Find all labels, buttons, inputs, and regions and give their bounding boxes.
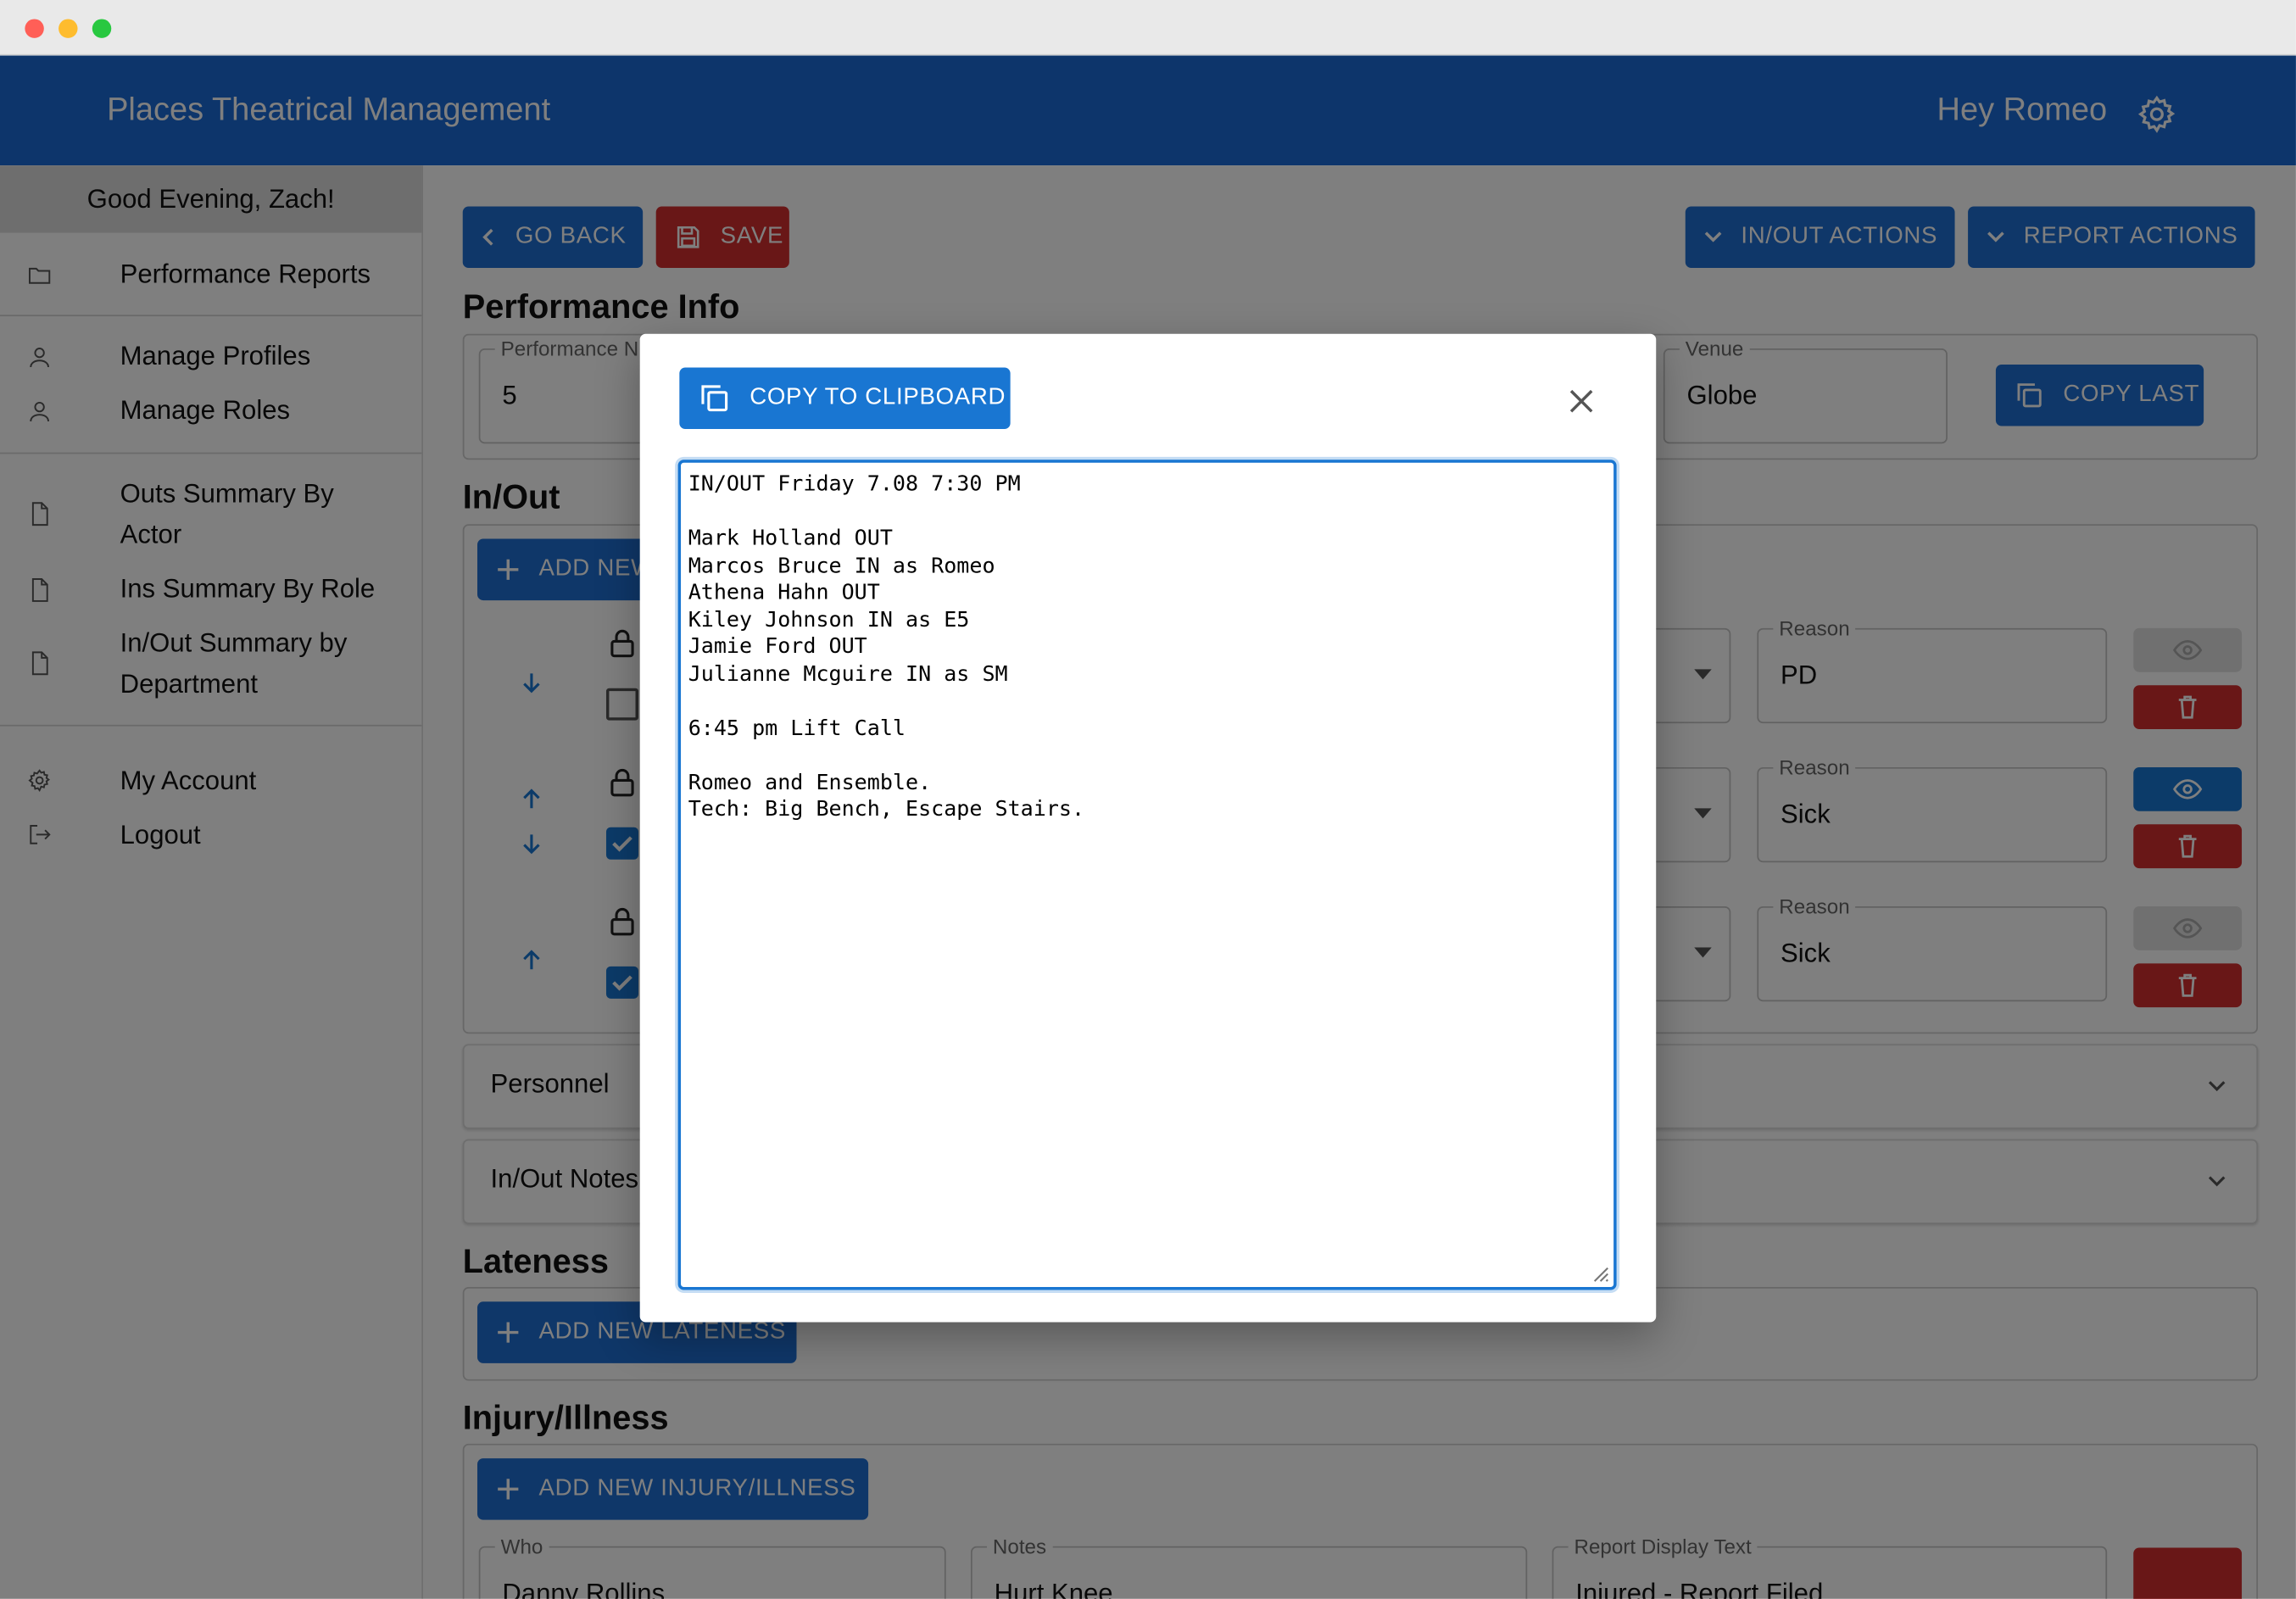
copy-report-dialog: COPY TO CLIPBOARD IN/OUT Friday 7.08 7:3… (639, 333, 1657, 1323)
minimize-window-button[interactable] (59, 19, 78, 38)
maximize-window-button[interactable] (92, 19, 112, 38)
close-icon[interactable] (1569, 388, 1595, 415)
resize-handle-icon[interactable] (1589, 1262, 1609, 1283)
report-text-area[interactable]: IN/OUT Friday 7.08 7:30 PM Mark Holland … (677, 460, 1617, 1290)
window-titlebar (0, 0, 2296, 56)
copy-to-clipboard-label: COPY TO CLIPBOARD (750, 385, 1006, 410)
copy-icon (701, 385, 728, 412)
modal-backdrop-header (0, 55, 2296, 166)
report-text-content: IN/OUT Friday 7.08 7:30 PM Mark Holland … (688, 472, 1085, 822)
copy-to-clipboard-button[interactable]: COPY TO CLIPBOARD (679, 367, 1011, 430)
close-window-button[interactable] (25, 19, 44, 38)
